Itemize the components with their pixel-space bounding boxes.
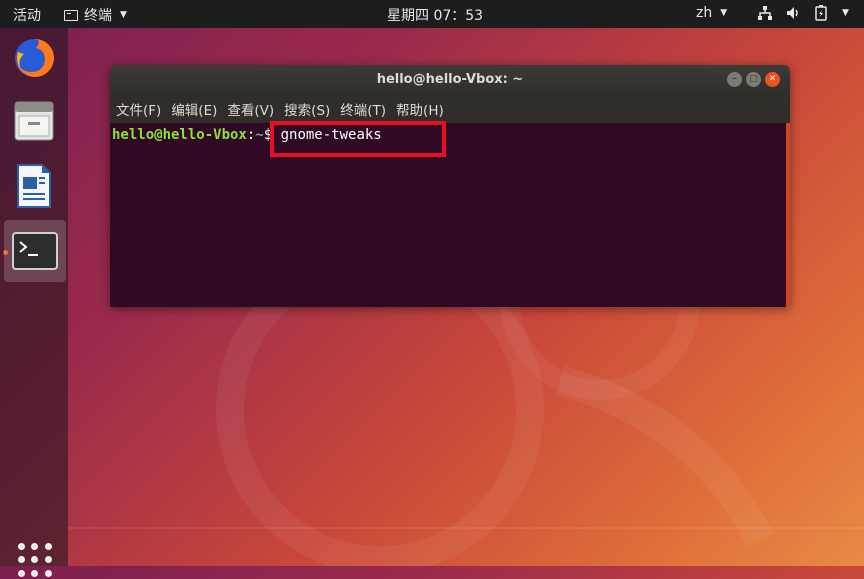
- volume-icon: [784, 4, 802, 22]
- prompt-path: ~: [255, 127, 264, 143]
- highlight-box: [270, 121, 446, 157]
- close-icon[interactable]: ✕: [765, 72, 780, 87]
- firefox-launcher[interactable]: [8, 32, 60, 84]
- menu-view[interactable]: 查看(V): [227, 99, 274, 119]
- files-icon: [14, 101, 54, 141]
- menu-search[interactable]: 搜索(S): [284, 99, 330, 119]
- menu-edit[interactable]: 编辑(E): [171, 99, 217, 119]
- minimize-icon[interactable]: –: [727, 72, 742, 87]
- firefox-icon: [15, 38, 55, 77]
- app-menu[interactable]: 终端 ▼: [64, 5, 127, 25]
- terminal-scrollbar[interactable]: [786, 123, 790, 307]
- menu-terminal[interactable]: 终端(T): [340, 99, 386, 119]
- clock[interactable]: 星期四 07：53: [387, 5, 483, 25]
- window-title: hello@hello-Vbox: ~: [376, 72, 524, 87]
- apps-grid-icon[interactable]: [18, 543, 54, 579]
- terminal-app-icon: [64, 9, 78, 21]
- battery-icon: [812, 4, 830, 22]
- app-menu-label: 终端: [84, 8, 112, 24]
- chevron-down-icon: ▼: [120, 10, 127, 20]
- terminal-window: hello@hello-Vbox: ~ – □ ✕ 文件(F) 编辑(E) 查看…: [110, 65, 790, 307]
- writer-launcher[interactable]: [8, 160, 60, 212]
- chevron-down-icon: ▼: [720, 8, 728, 18]
- files-launcher[interactable]: [8, 94, 60, 146]
- prompt-user: hello@hello-Vbox: [112, 127, 247, 143]
- menu-file[interactable]: 文件(F): [116, 99, 161, 119]
- dock: [0, 28, 68, 577]
- terminal-launcher[interactable]: [4, 220, 66, 282]
- writer-icon: [17, 164, 51, 208]
- window-titlebar[interactable]: hello@hello-Vbox: ~ – □ ✕: [110, 65, 790, 95]
- terminal-icon: [12, 232, 58, 270]
- network-icon: [756, 4, 774, 22]
- system-tray[interactable]: ▼: [756, 4, 849, 22]
- language-menu[interactable]: zh ▼: [696, 5, 727, 21]
- top-bar: 活动 终端 ▼ 星期四 07：53 zh ▼ ▼: [0, 0, 864, 28]
- language-label: zh: [696, 5, 713, 21]
- maximize-icon[interactable]: □: [746, 72, 761, 87]
- chevron-down-icon: ▼: [842, 8, 849, 18]
- menu-help[interactable]: 帮助(H): [396, 99, 444, 119]
- terminal-menubar: 文件(F) 编辑(E) 查看(V) 搜索(S) 终端(T) 帮助(H): [110, 95, 790, 123]
- terminal-output[interactable]: hello@hello-Vbox:~$ gnome-tweaks: [110, 123, 790, 307]
- activities-button[interactable]: 活动: [13, 5, 41, 25]
- window-controls: – □ ✕: [727, 72, 780, 87]
